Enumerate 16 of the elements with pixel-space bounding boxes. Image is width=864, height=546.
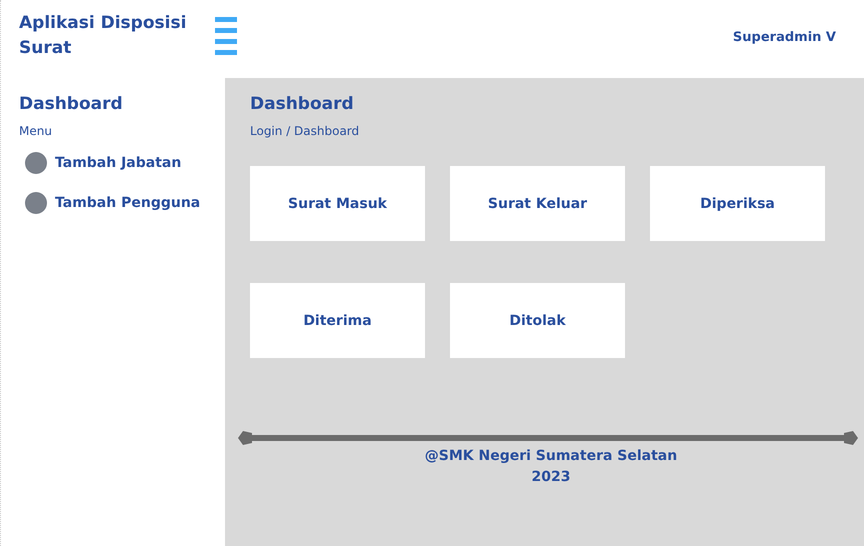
menu-icon[interactable]: [215, 17, 237, 55]
breadcrumb[interactable]: Login / Dashboard: [250, 124, 864, 138]
page-title: Dashboard: [250, 94, 355, 114]
stat-card[interactable]: Ditolak: [450, 283, 625, 358]
user-name[interactable]: Superadmin V: [732, 30, 836, 44]
sidebar-title: Dashboard: [19, 94, 124, 114]
stat-card[interactable]: Surat Masuk: [250, 166, 425, 241]
stat-card[interactable]: Surat Keluar: [450, 166, 625, 241]
footer-text: 2023: [530, 468, 572, 487]
stat-card[interactable]: Diterima: [250, 283, 425, 358]
footer-text: @SMK Negeri Sumatera Selatan: [424, 447, 678, 466]
section-label: Menu: [19, 124, 53, 138]
sidebar-item[interactable]: Tambah Pengguna: [25, 192, 200, 214]
sidebar-item[interactable]: Tambah Jabatan: [25, 152, 182, 174]
stat-card[interactable]: Diperiksa: [650, 166, 825, 241]
app-title: Aplikasi Disposisi Surat: [19, 12, 188, 60]
